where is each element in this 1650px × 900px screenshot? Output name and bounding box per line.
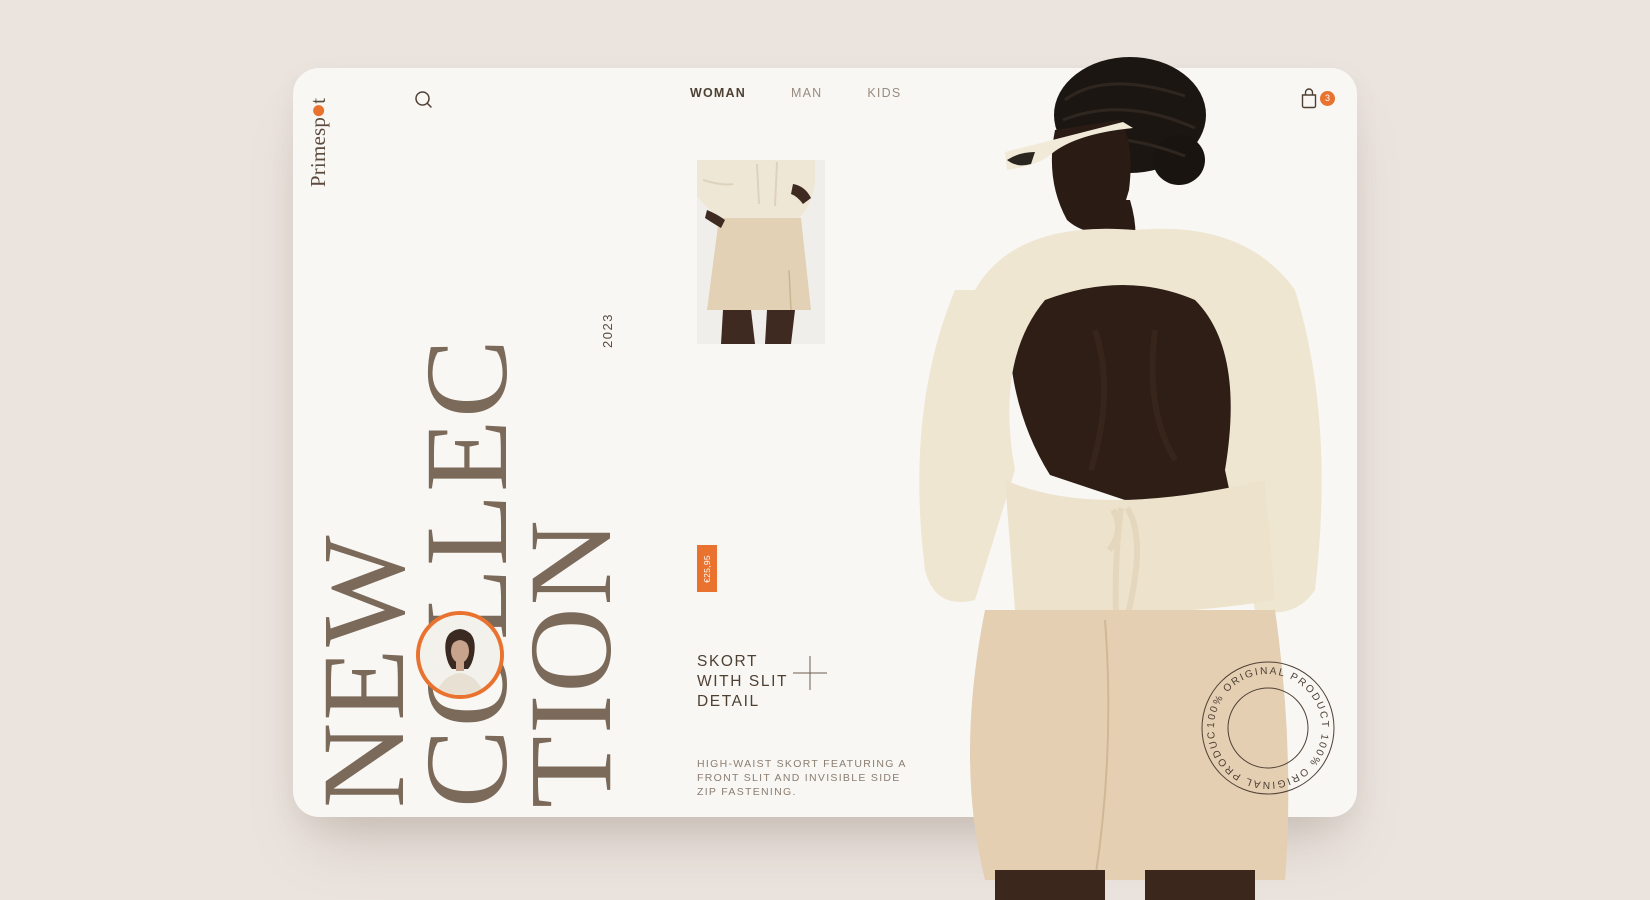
product-name-line: DETAIL (697, 693, 760, 710)
nav-man[interactable]: MAN (791, 86, 822, 100)
portrait-image (420, 615, 500, 695)
headline-tion: TION (505, 518, 636, 808)
brand-dot (313, 104, 325, 116)
product-name: SKORT WITH SLIT DETAIL (697, 652, 788, 712)
svg-text:100% ORIGINAL PRODUCT 100% ORI: 100% ORIGINAL PRODUCT 100% ORIGINAL PROD… (1200, 660, 1330, 790)
nav-woman[interactable]: WOMAN (690, 86, 746, 100)
price-value: €25,95 (702, 554, 712, 583)
search-button[interactable] (412, 88, 436, 112)
brand-logo[interactable]: Primesp t (306, 92, 331, 192)
original-product-stamp: 100% ORIGINAL PRODUCT 100% ORIGINAL PROD… (1200, 660, 1335, 795)
brand-name-start: Primesp (306, 116, 331, 187)
stamp-text: 100% ORIGINAL PRODUCT 100% ORIGINAL PROD… (1200, 660, 1328, 790)
main-nav: WOMAN MAN KIDS (690, 86, 901, 100)
year-label: 2023 (599, 312, 615, 348)
collection-year: 2023 (598, 310, 616, 350)
brand-name-end: t (306, 97, 331, 104)
portrait-photo[interactable] (416, 611, 504, 699)
product-description: HIGH-WAIST SKORT FEATURING A FRONT SLIT … (697, 758, 907, 798)
add-to-cart-button[interactable] (792, 655, 828, 691)
product-name-line: WITH SLIT (697, 673, 789, 690)
product-thumbnail[interactable] (697, 160, 825, 344)
plus-icon (793, 656, 827, 690)
nav-kids[interactable]: KIDS (867, 86, 901, 100)
search-icon (415, 91, 432, 108)
price-tag: €25,95 (697, 545, 717, 592)
product-name-line: SKORT (697, 653, 759, 670)
product-thumbnail-image (697, 160, 825, 344)
